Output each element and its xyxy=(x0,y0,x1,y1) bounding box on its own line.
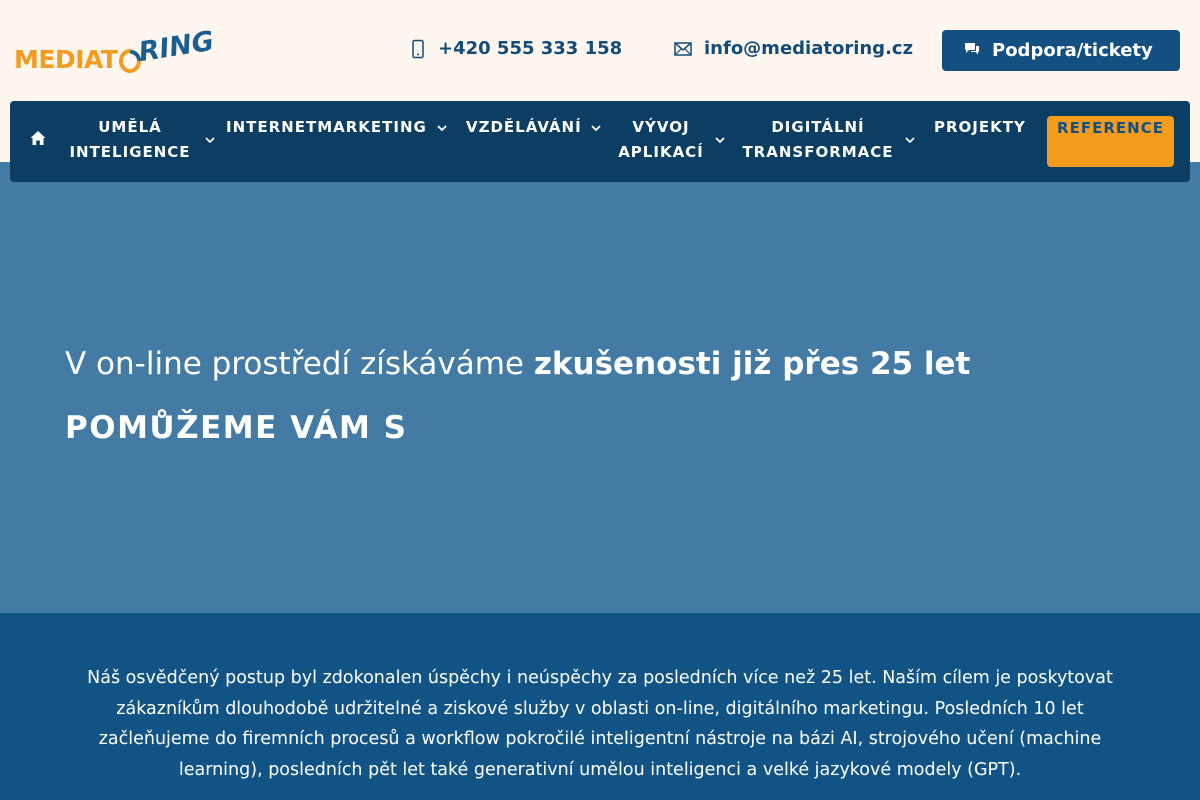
chevron-down-icon xyxy=(905,137,915,144)
nav-item-ai[interactable]: UMĚLÁ INTELIGENCE xyxy=(66,115,216,165)
nav-item-vyvoj-aplikaci[interactable]: VÝVOJ APLIKACÍ xyxy=(616,115,726,165)
phone-number: +420 555 333 158 xyxy=(438,38,623,59)
nav-item-label: VÝVOJ xyxy=(632,118,690,136)
reference-label: REFERENCE xyxy=(1057,119,1164,137)
chevron-down-icon xyxy=(205,137,215,144)
nav-item-digitalni-transformace[interactable]: DIGITÁLNÍ TRANSFORMACE xyxy=(740,115,916,165)
support-tickets-button[interactable]: Podpora/tickety xyxy=(942,30,1180,71)
nav-item-label: INTELIGENCE xyxy=(69,143,191,161)
nav-item-vzdelavani[interactable]: VZDĚLÁVÁNÍ xyxy=(466,115,602,140)
logo-text-right: RING xyxy=(137,25,217,69)
chat-icon xyxy=(964,40,980,61)
nav-item-label: VZDĚLÁVÁNÍ xyxy=(466,118,582,136)
logo[interactable]: MEDIAT RING xyxy=(14,26,217,78)
home-icon[interactable] xyxy=(30,130,46,150)
hero-headline: V on-line prostředí získáváme zkušenosti… xyxy=(65,344,970,384)
logo-text-left: MEDIAT xyxy=(14,45,118,74)
email-link[interactable]: info@mediatoring.cz xyxy=(674,37,913,61)
nav-item-label: TRANSFORMACE xyxy=(742,143,894,161)
chevron-down-icon xyxy=(715,137,725,144)
hero-headline-regular: V on-line prostředí získáváme xyxy=(65,346,534,382)
chevron-down-icon xyxy=(591,125,601,132)
support-label: Podpora/tickety xyxy=(992,40,1153,61)
phone-icon xyxy=(410,39,426,59)
main-nav: UMĚLÁ INTELIGENCE INTERNETMARKETING VZDĚ… xyxy=(10,101,1190,182)
nav-item-label: INTERNETMARKETING xyxy=(226,118,427,136)
hero-headline-bold: zkušenosti již přes 25 let xyxy=(533,346,971,382)
mail-icon xyxy=(674,42,692,56)
nav-item-label: DIGITÁLNÍ xyxy=(771,118,865,136)
intro-text: Náš osvědčený postup byl zdokonalen úspě… xyxy=(87,668,1113,780)
nav-item-reference[interactable]: REFERENCE xyxy=(1047,116,1174,167)
nav-item-label: PROJEKTY xyxy=(934,118,1026,136)
nav-item-internetmarketing[interactable]: INTERNETMARKETING xyxy=(226,115,448,140)
intro-section: Náš osvědčený postup byl zdokonalen úspě… xyxy=(0,613,1200,800)
hero-section xyxy=(0,162,1200,613)
nav-item-projekty[interactable]: PROJEKTY xyxy=(934,115,1030,140)
email-address: info@mediatoring.cz xyxy=(704,38,914,59)
hero-subheadline: POMŮŽEME VÁM S xyxy=(65,410,408,446)
nav-item-label: APLIKACÍ xyxy=(618,143,704,161)
phone-link[interactable]: +420 555 333 158 xyxy=(410,37,622,61)
chevron-down-icon xyxy=(437,125,447,132)
nav-item-label: UMĚLÁ xyxy=(98,118,162,136)
